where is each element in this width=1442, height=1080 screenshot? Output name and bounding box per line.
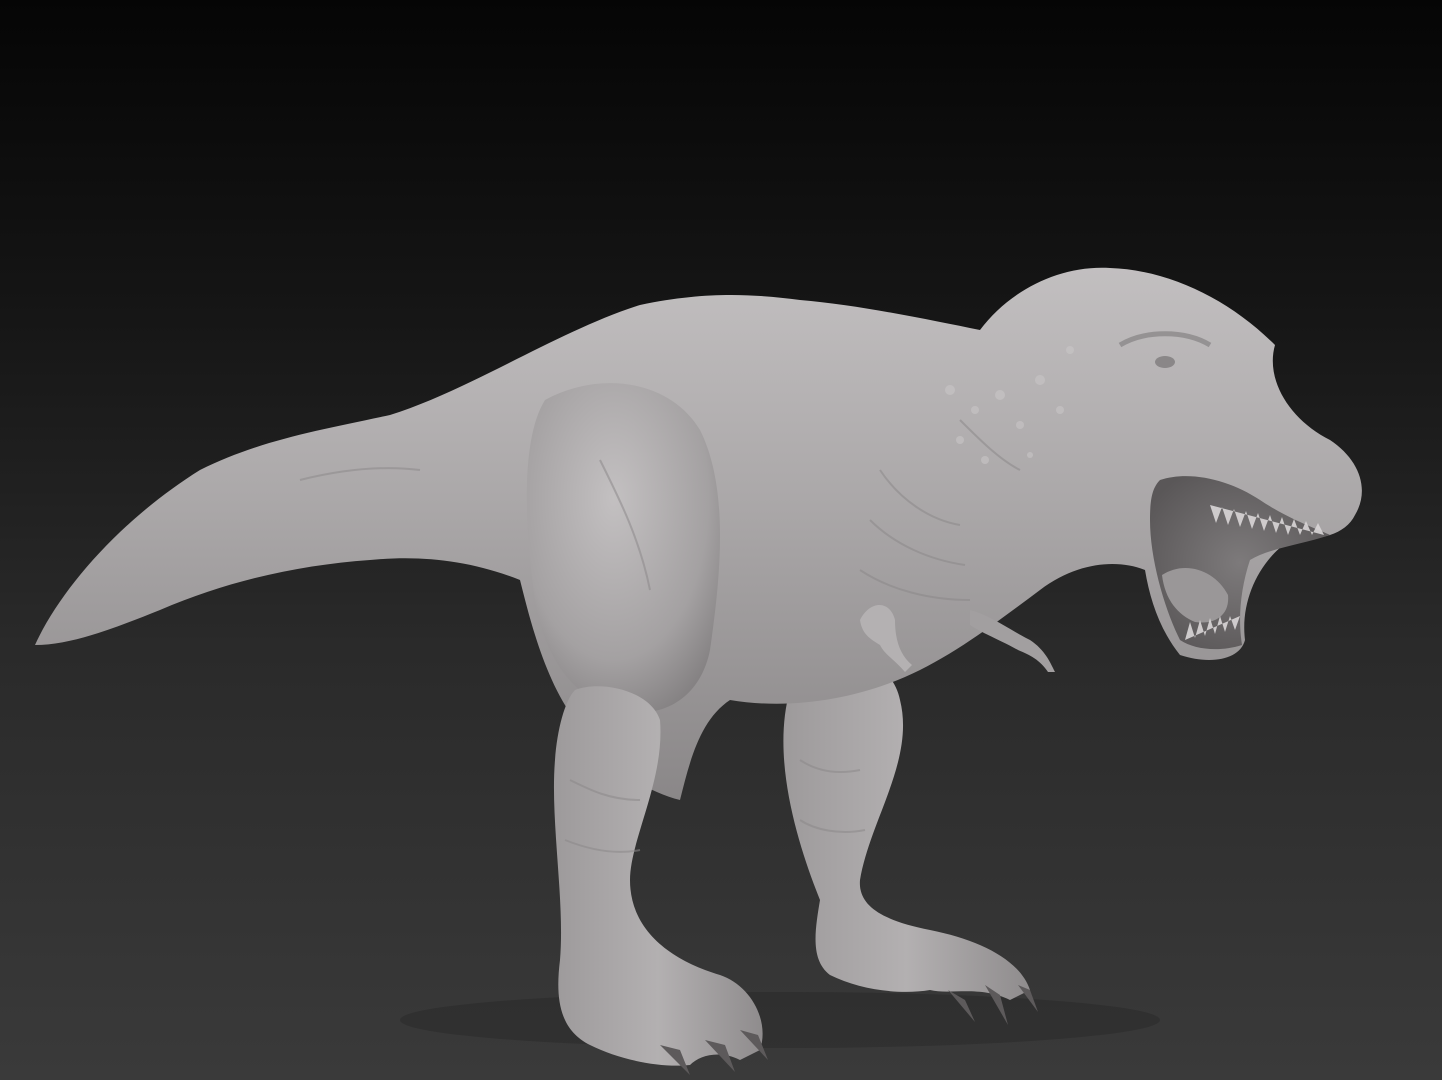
viewport-canvas[interactable] [0, 0, 1442, 1080]
far-arm [970, 610, 1055, 672]
near-leg [553, 686, 763, 1066]
t-rex-model [35, 267, 1362, 1075]
eye [1155, 356, 1175, 368]
ground-shadow [400, 992, 1160, 1048]
